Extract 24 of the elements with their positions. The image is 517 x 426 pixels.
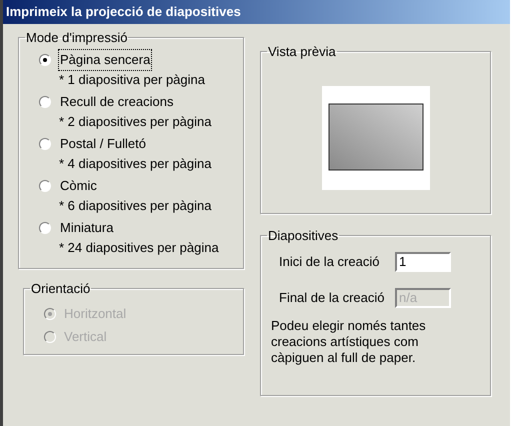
field-label: Inici de la creació bbox=[279, 252, 380, 271]
option-note: * 2 diapositives per pàgina bbox=[58, 112, 212, 131]
option-label[interactable]: Recull de creacions bbox=[59, 92, 174, 112]
group-label: Orientació bbox=[30, 280, 92, 298]
group-label: Diapositives bbox=[267, 227, 340, 245]
option-note: * 1 diapositiva per pàgina bbox=[58, 70, 206, 89]
option-label[interactable]: Miniatura bbox=[59, 218, 114, 238]
radio-button[interactable] bbox=[39, 96, 51, 108]
window-title: Imprimeix la projecció de diapositives bbox=[3, 0, 510, 24]
option-note: * 24 diapositives per pàgina bbox=[58, 238, 220, 257]
radio-button[interactable] bbox=[39, 222, 51, 234]
group-label: Mode d'impressió bbox=[25, 29, 128, 47]
input-field[interactable]: 1 bbox=[395, 252, 451, 272]
group-label: Vista prèvia bbox=[267, 43, 337, 61]
option-label[interactable]: Pàgina sencera bbox=[59, 50, 152, 70]
field-label: Final de la creació bbox=[279, 288, 386, 307]
radio-button[interactable] bbox=[39, 180, 51, 192]
info-text: Podeu elegir només tantes creacions artístiques com càpiguen al full de paper. bbox=[271, 318, 427, 366]
option-note: * 6 diapositives per pàgina bbox=[58, 196, 212, 215]
radio-button[interactable] bbox=[39, 138, 51, 150]
option-label[interactable]: Postal / Fulletó bbox=[59, 134, 147, 154]
option-note: * 4 diapositives per pàgina bbox=[58, 154, 212, 173]
option-label[interactable]: Còmic bbox=[59, 176, 98, 196]
radio-button[interactable] bbox=[39, 54, 51, 66]
